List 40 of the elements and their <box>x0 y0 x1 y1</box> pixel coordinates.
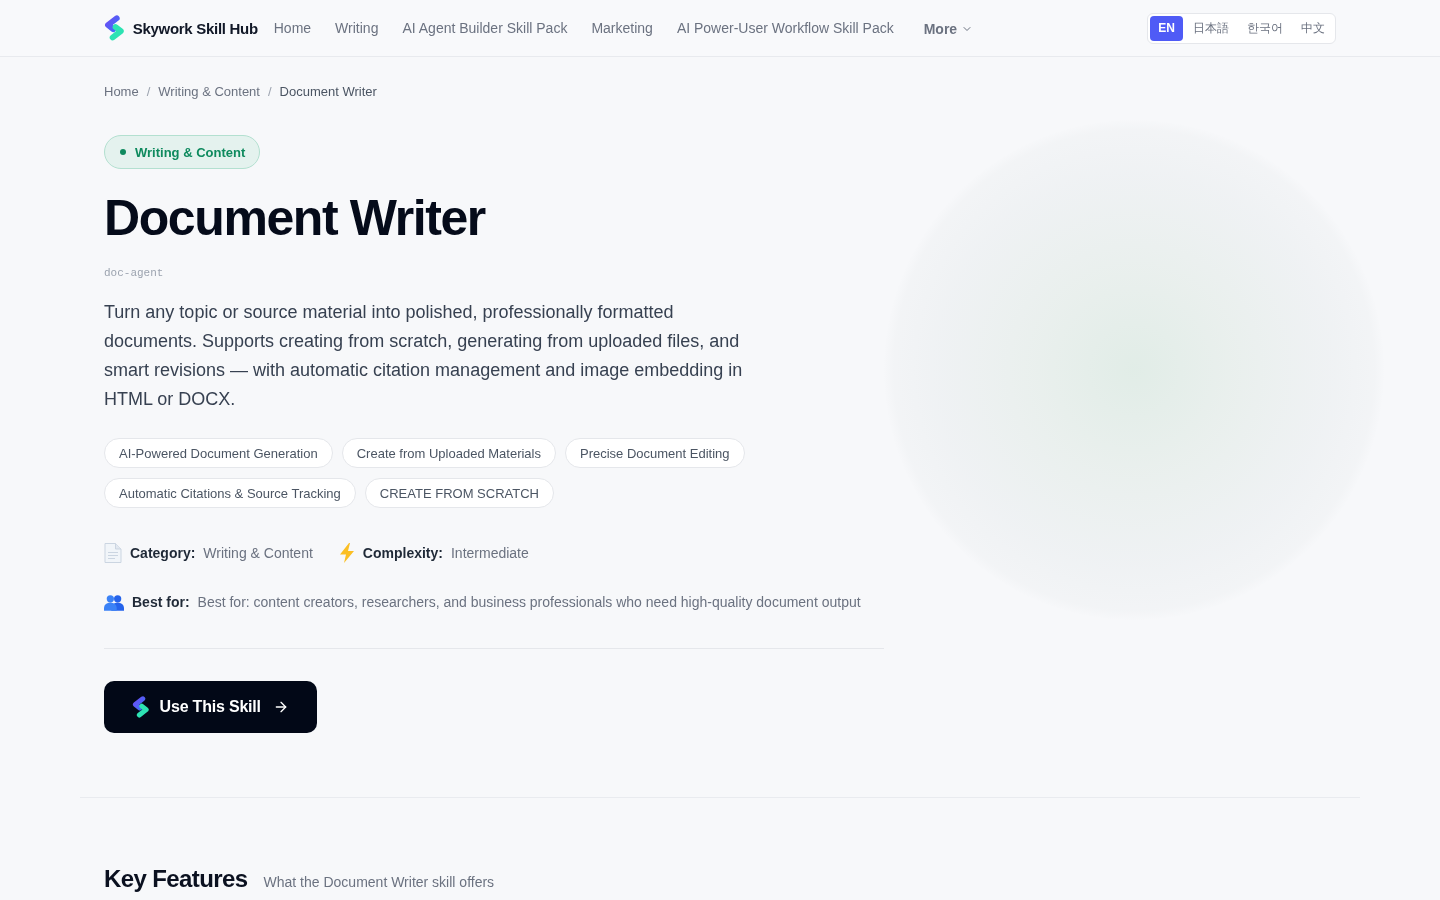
breadcrumb-link[interactable]: Home <box>104 83 139 101</box>
skill-description: Turn any topic or source material into polished, professionally formatted documents. Supports creating from scratch, generating from uploaded files, and smart revisions — with automatic citation management and image embedding in HTML or DOCX. <box>104 301 744 411</box>
lightning-icon <box>338 543 355 563</box>
breadcrumb-separator: / <box>146 83 151 101</box>
nav-link[interactable]: Writing <box>335 20 379 36</box>
language-button[interactable]: 中文 <box>1293 15 1333 41</box>
section-title: Key Features <box>104 864 248 894</box>
feature-tag: Create from Uploaded Materials <box>341 438 556 468</box>
meta-value: Intermediate <box>450 544 529 563</box>
language-button[interactable]: 日本語 <box>1185 15 1237 41</box>
document-icon <box>104 543 122 563</box>
more-menu-button[interactable]: More <box>923 21 974 37</box>
meta-label: Complexity: <box>362 544 443 563</box>
meta-value: Best for: content creators, researchers, and business professionals who need high-quality document output <box>197 593 861 612</box>
dot-icon <box>120 149 126 155</box>
breadcrumb-current: Document Writer <box>279 83 377 101</box>
nav-link[interactable]: Home <box>273 20 312 36</box>
feature-tag: Automatic Citations & Source Tracking <box>104 478 356 508</box>
language-button[interactable]: 한국어 <box>1239 15 1291 41</box>
brand-link[interactable]: Skywork Skill Hub <box>104 15 258 41</box>
people-icon <box>104 593 124 611</box>
logo-icon <box>132 696 150 718</box>
meta-label: Category: <box>130 544 196 563</box>
page-title: Document Writer <box>104 191 485 245</box>
language-button[interactable]: EN <box>1150 15 1183 41</box>
breadcrumb-link[interactable]: Writing & Content <box>158 83 260 101</box>
feature-tag: Precise Document Editing <box>564 438 745 468</box>
feature-tag: AI-Powered Document Generation <box>104 438 333 468</box>
nav-link[interactable]: Marketing <box>591 20 653 36</box>
feature-tag: CREATE FROM SCRATCH <box>364 478 554 508</box>
skill-slug: doc-agent <box>104 266 164 281</box>
nav-link[interactable]: AI Power-User Workflow Skill Pack <box>676 20 894 36</box>
logo-icon <box>104 15 125 41</box>
meta-value: Writing & Content <box>203 544 313 563</box>
section-subtitle: What the Document Writer skill offers <box>263 874 495 890</box>
badge-label: Writing & Content <box>135 144 246 160</box>
use-skill-button[interactable]: Use This Skill <box>104 681 317 733</box>
nav-link[interactable]: AI Agent Builder Skill Pack <box>402 20 568 36</box>
meta-label: Best for: <box>132 593 190 612</box>
breadcrumb-separator: / <box>267 83 272 101</box>
